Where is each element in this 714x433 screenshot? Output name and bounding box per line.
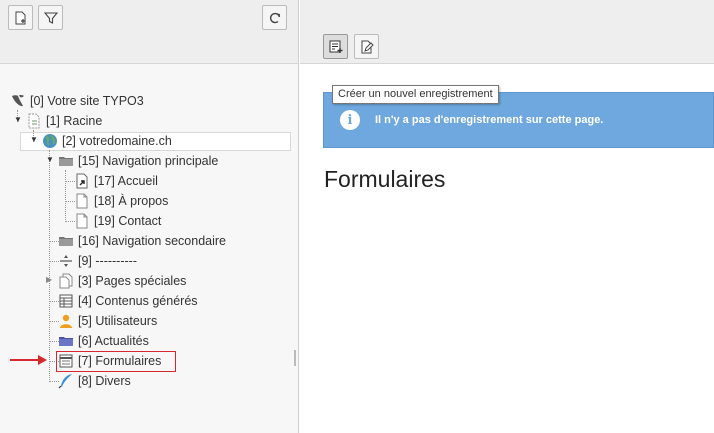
tree-node-label: [8] Divers <box>78 374 131 388</box>
typo3-backend: ▼ ▼ ▼ ▶ [0] Votre site TYPO3 [1] Racine … <box>0 0 714 433</box>
tree-node-7[interactable]: [7] Formulaires <box>58 351 161 371</box>
tree-node-label: [3] Pages spéciales <box>78 274 187 288</box>
tree-node-15[interactable]: [15] Navigation principale <box>58 151 218 171</box>
tree-node-label: [5] Utilisateurs <box>78 314 158 328</box>
tree-node-label: [19] Contact <box>94 214 162 228</box>
page-icon <box>74 213 90 229</box>
tree-connector <box>49 150 50 382</box>
tree-node-16[interactable]: [16] Navigation secondaire <box>58 231 226 251</box>
new-record-button[interactable] <box>323 34 348 59</box>
tree-node-17[interactable]: [17] Accueil <box>74 171 158 191</box>
collapse-toggle-icon[interactable]: ▼ <box>46 156 54 164</box>
page-shortcut-icon <box>74 173 90 189</box>
tree-node-label: [15] Navigation principale <box>78 154 219 168</box>
tree-node-2[interactable]: [2] votredomaine.ch <box>42 131 172 151</box>
tree-node-4[interactable]: [4] Contenus générés <box>58 291 198 311</box>
tree-node-root[interactable]: [0] Votre site TYPO3 <box>10 91 144 111</box>
edit-page-button[interactable] <box>354 34 379 59</box>
tree-node-5[interactable]: [5] Utilisateurs <box>58 311 157 331</box>
forms-icon <box>58 353 74 369</box>
collapse-toggle-icon[interactable]: ▼ <box>30 136 38 144</box>
tree-node-label: [9] ---------- <box>78 254 137 268</box>
tree-node-19[interactable]: [19] Contact <box>74 211 161 231</box>
edit-page-icon <box>361 40 374 53</box>
tree-node-label: [6] Actualités <box>78 334 149 348</box>
globe-icon <box>42 133 58 149</box>
content-toolbar <box>300 0 714 64</box>
resize-handle[interactable] <box>294 350 296 366</box>
tree-connector <box>65 170 66 222</box>
page-icon <box>74 193 90 209</box>
page-root-icon <box>26 113 42 129</box>
tree-node-label: [7] Formulaires <box>78 354 162 368</box>
users-icon <box>58 313 74 329</box>
red-arrow-icon <box>10 355 47 365</box>
content-panel <box>300 0 714 433</box>
collapse-toggle-icon[interactable]: ▼ <box>14 116 22 124</box>
tree-node-8[interactable]: [8] Divers <box>58 371 131 391</box>
page-tree-panel: ▼ ▼ ▼ ▶ [0] Votre site TYPO3 [1] Racine … <box>0 0 299 433</box>
filter-button[interactable] <box>38 5 63 30</box>
new-record-icon <box>329 40 342 53</box>
folder-icon <box>58 153 74 169</box>
pages-icon <box>58 273 74 289</box>
tree-node-1[interactable]: [1] Racine <box>26 111 102 131</box>
news-folder-icon <box>58 333 74 349</box>
page-title: Formulaires <box>324 166 446 192</box>
typo3-icon <box>10 93 26 109</box>
feather-icon <box>58 373 74 389</box>
refresh-button[interactable] <box>262 5 287 30</box>
tree-node-6[interactable]: [6] Actualités <box>58 331 149 351</box>
tree-node-label: [4] Contenus générés <box>78 294 198 308</box>
refresh-icon <box>269 12 280 23</box>
new-page-icon <box>15 11 25 24</box>
expand-toggle-icon[interactable]: ▶ <box>46 276 54 284</box>
tree-node-label: [16] Navigation secondaire <box>78 234 227 248</box>
tree-node-18[interactable]: [18] À propos <box>74 191 168 211</box>
info-icon: i <box>340 110 360 130</box>
tree-node-9[interactable]: [9] ---------- <box>58 251 137 271</box>
filter-icon <box>43 11 58 24</box>
tree-node-label: [0] Votre site TYPO3 <box>30 94 144 108</box>
page-tree-toolbar <box>0 0 298 64</box>
tree-node-label: [18] À propos <box>94 194 169 208</box>
table-icon <box>58 293 74 309</box>
tooltip: Créer un nouvel enregistrement <box>332 85 499 104</box>
tree-node-label: [17] Accueil <box>94 174 158 188</box>
tree-node-label: [1] Racine <box>46 114 103 128</box>
info-message: Il n'y a pas d'enregistrement sur cette … <box>375 114 604 126</box>
folder-icon <box>58 233 74 249</box>
spacer-icon <box>58 253 74 269</box>
tree-node-3[interactable]: [3] Pages spéciales <box>58 271 186 291</box>
new-page-button[interactable] <box>8 5 33 30</box>
tree-node-label: [2] votredomaine.ch <box>62 134 172 148</box>
